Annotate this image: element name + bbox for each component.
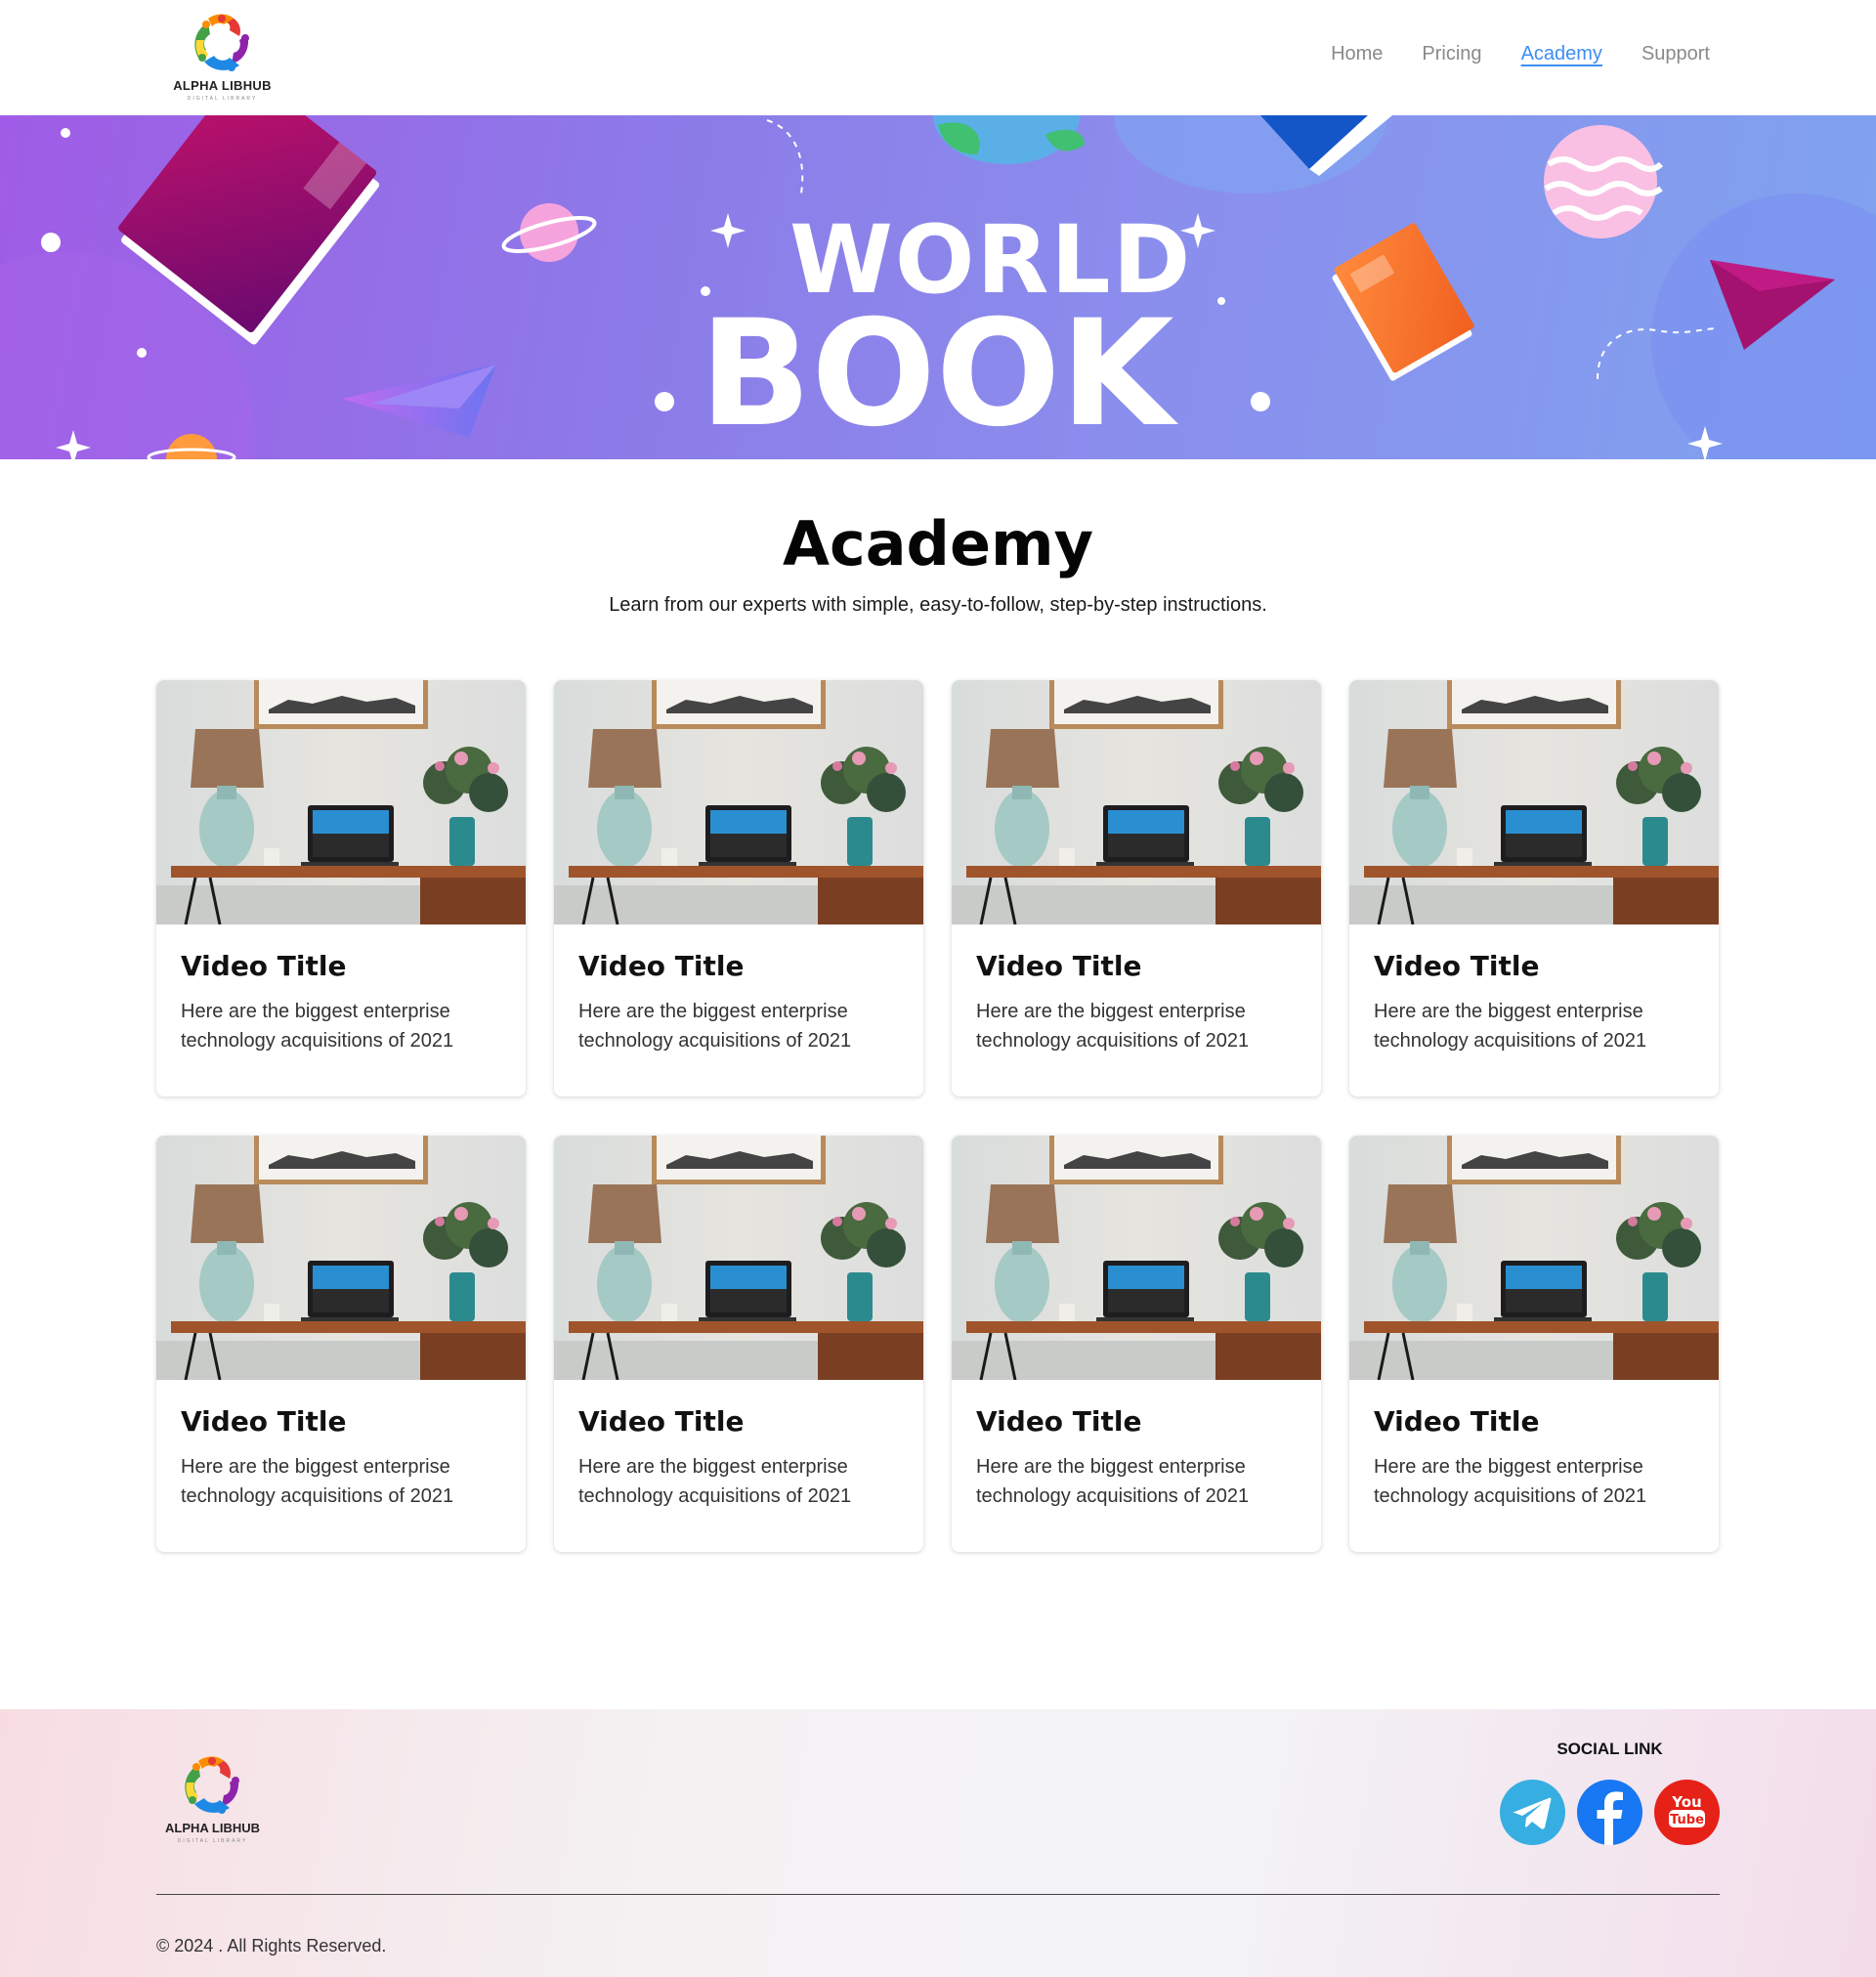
video-thumbnail (952, 680, 1321, 924)
copyright-text: © 2024 . All Rights Reserved. (156, 1936, 387, 1956)
video-description: Here are the biggest enterprise technolo… (976, 1001, 1250, 1052)
video-description: Here are the biggest enterprise technolo… (181, 1001, 454, 1052)
video-title: Video Title (1374, 950, 1540, 982)
video-description: Here are the biggest enterprise technolo… (1374, 1456, 1647, 1507)
video-thumbnail (554, 680, 923, 924)
video-description: Here are the biggest enterprise technolo… (578, 1001, 852, 1052)
telegram-icon[interactable] (1500, 1780, 1565, 1845)
video-title: Video Title (578, 950, 745, 982)
video-title: Video Title (976, 1405, 1142, 1438)
video-description: Here are the biggest enterprise technolo… (976, 1456, 1250, 1507)
video-card[interactable]: Video Title Here are the biggest enterpr… (156, 680, 526, 1096)
logo-text: ALPHA LIBHUB (173, 78, 272, 93)
video-thumbnail (1349, 1136, 1719, 1380)
svg-text:You: You (1671, 1793, 1701, 1811)
footer-logo-text: ALPHA LIBHUB (164, 1821, 260, 1835)
footer-logo-subtext: DIGITAL LIBRARY (177, 1838, 248, 1844)
video-thumbnail (1349, 680, 1719, 924)
site-footer: ALPHA LIBHUB DIGITAL LIBRARY SOCIAL LINK… (0, 1709, 1876, 1977)
video-description: Here are the biggest enterprise technolo… (578, 1456, 852, 1507)
youtube-icon[interactable]: You Tube (1654, 1780, 1720, 1845)
video-thumbnail (952, 1136, 1321, 1380)
video-title: Video Title (1374, 1405, 1540, 1438)
video-card[interactable]: Video Title Here are the biggest enterpr… (1349, 1136, 1719, 1552)
video-card[interactable]: Video Title Here are the biggest enterpr… (554, 680, 923, 1096)
hero-banner: WORLD BOOK (0, 115, 1876, 459)
nav-academy[interactable]: Academy (1521, 43, 1602, 65)
main-nav: Home Pricing Academy Support (1331, 43, 1710, 65)
video-grid: Video Title Here are the biggest enterpr… (156, 680, 1720, 1552)
video-thumbnail (156, 1136, 526, 1380)
nav-support[interactable]: Support (1642, 43, 1710, 65)
video-card[interactable]: Video Title Here are the biggest enterpr… (952, 1136, 1321, 1552)
footer-divider (156, 1894, 1720, 1895)
video-title: Video Title (181, 1405, 347, 1438)
video-card[interactable]: Video Title Here are the biggest enterpr… (1349, 680, 1719, 1096)
svg-text:Tube: Tube (1670, 1813, 1704, 1827)
nav-pricing[interactable]: Pricing (1422, 43, 1481, 65)
logo-subtext: DIGITAL LIBRARY (187, 96, 258, 102)
page-subtitle: Learn from our experts with simple, easy… (609, 594, 1267, 616)
video-title: Video Title (181, 950, 347, 982)
site-header: ALPHA LIBHUB DIGITAL LIBRARY Home Pricin… (0, 0, 1876, 115)
video-card[interactable]: Video Title Here are the biggest enterpr… (554, 1136, 923, 1552)
facebook-icon[interactable] (1577, 1780, 1642, 1845)
video-title: Video Title (578, 1405, 745, 1438)
video-thumbnail (554, 1136, 923, 1380)
nav-home[interactable]: Home (1331, 43, 1383, 65)
banner-word-book: BOOK (700, 289, 1174, 459)
logo-icon (194, 14, 249, 71)
video-description: Here are the biggest enterprise technolo… (181, 1456, 454, 1507)
page-title: Academy (782, 508, 1094, 580)
footer-logo[interactable]: ALPHA LIBHUB DIGITAL LIBRARY (156, 1752, 269, 1845)
video-card[interactable]: Video Title Here are the biggest enterpr… (156, 1136, 526, 1552)
video-card[interactable]: Video Title Here are the biggest enterpr… (952, 680, 1321, 1096)
logo-icon (185, 1756, 239, 1814)
video-thumbnail (156, 680, 526, 924)
social-title: SOCIAL LINK (1556, 1740, 1663, 1758)
video-description: Here are the biggest enterprise technolo… (1374, 1001, 1647, 1052)
site-logo[interactable]: ALPHA LIBHUB DIGITAL LIBRARY (166, 10, 278, 103)
video-title: Video Title (976, 950, 1142, 982)
social-links: You Tube (1500, 1780, 1720, 1845)
